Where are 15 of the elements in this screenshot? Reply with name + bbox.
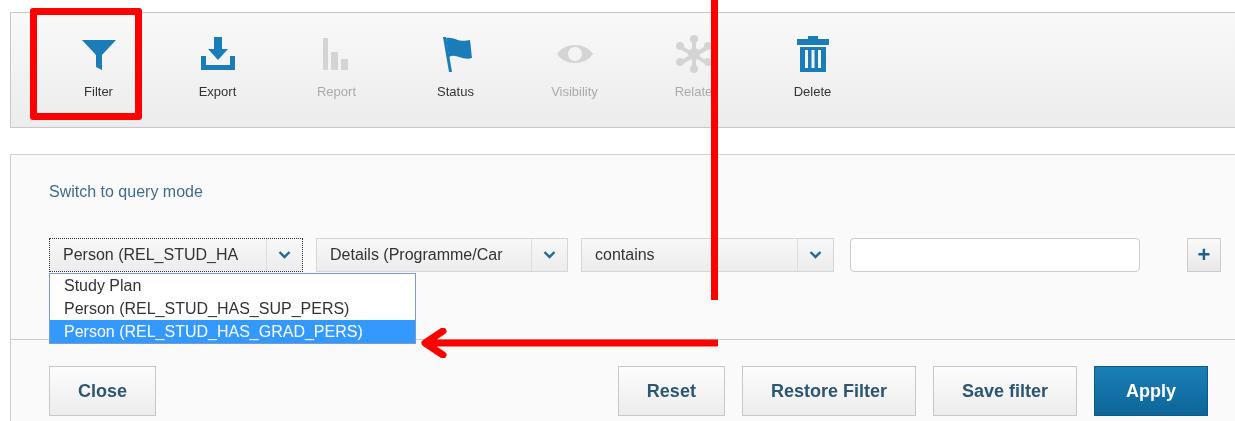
add-condition-button[interactable]: + <box>1187 238 1221 272</box>
close-button[interactable]: Close <box>49 366 157 416</box>
action-button[interactable]: Restore Filter <box>741 366 916 416</box>
query-mode-link[interactable]: Switch to query mode <box>49 183 203 201</box>
action-button[interactable]: Apply <box>1094 366 1208 416</box>
delete-tool-button[interactable]: Delete <box>751 13 874 127</box>
action-button[interactable]: Save filter <box>932 366 1077 416</box>
detail-dropdown[interactable]: Details (Programme/Car <box>316 238 568 272</box>
operator-dropdown[interactable]: contains <box>581 238 834 272</box>
dropdown-option[interactable]: Study Plan <box>50 274 415 297</box>
value-input-field[interactable] <box>850 238 1140 272</box>
network-icon <box>673 33 714 74</box>
dropdown-option[interactable]: Person (REL_STUD_HAS_SUP_PERS) <box>50 297 415 320</box>
action-button[interactable]: Reset <box>617 366 725 416</box>
field-dropdown[interactable]: Person (REL_STUD_HA <box>49 238 303 272</box>
